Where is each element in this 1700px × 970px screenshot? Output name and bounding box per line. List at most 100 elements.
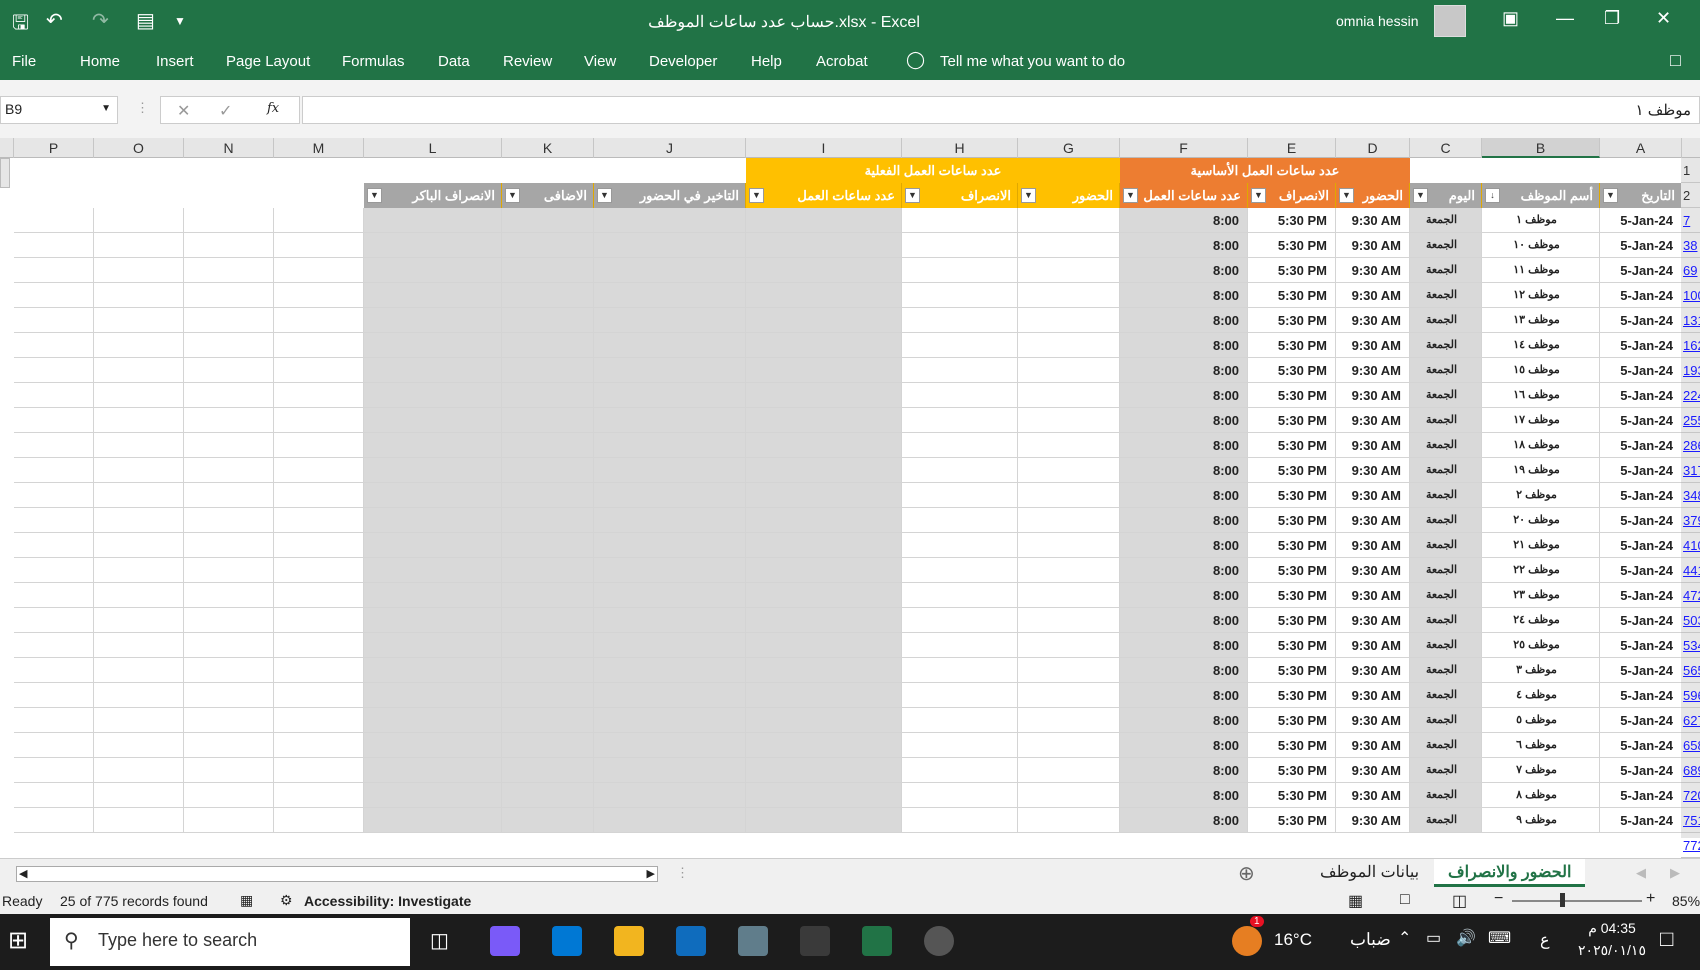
cell-empty[interactable] [94,233,184,258]
cell-empty[interactable] [184,733,274,758]
cell-empty[interactable] [502,383,594,408]
cell-date[interactable]: 5-Jan-24 [1600,308,1682,333]
cell-out[interactable]: 5:30 PM [1248,283,1336,308]
cell-empty[interactable] [14,283,94,308]
row-header[interactable]: 772 [1681,833,1700,858]
cell-empty[interactable] [594,433,746,458]
cell-day[interactable]: الجمعة [1410,733,1482,758]
cell-empty[interactable] [14,358,94,383]
row-header[interactable]: 162 [1681,333,1700,358]
cell-hours[interactable]: 8:00 [1120,558,1248,583]
cell-empty[interactable] [94,408,184,433]
cell-date[interactable]: 5-Jan-24 [1600,583,1682,608]
cell-empty[interactable] [364,408,502,433]
cell-hours[interactable]: 8:00 [1120,308,1248,333]
store-icon[interactable] [552,926,582,956]
media-player-icon[interactable] [924,926,954,956]
cell-empty[interactable] [1018,758,1120,783]
cell-empty[interactable] [594,633,746,658]
cell-in[interactable]: 9:30 AM [1336,358,1410,383]
filter-dropdown-icon[interactable]: ▼ [1021,188,1036,203]
cell-empty[interactable] [274,258,364,283]
cell-empty[interactable] [902,758,1018,783]
cell-name[interactable]: موظف ١٠ [1482,233,1600,258]
chevron-down-icon[interactable]: ▼ [101,103,111,114]
cell-empty[interactable] [14,308,94,333]
cell-empty[interactable] [502,433,594,458]
cell-empty[interactable] [594,708,746,733]
filter-dropdown-icon[interactable]: ▼ [505,188,520,203]
cell-date[interactable]: 5-Jan-24 [1600,208,1682,233]
header-overtime[interactable]: الاضافى ▼ [502,183,594,208]
cell-hours[interactable]: 8:00 [1120,383,1248,408]
cell-empty[interactable] [364,308,502,333]
cell-empty[interactable] [94,683,184,708]
cell-empty[interactable] [94,383,184,408]
show-hidden-icons-icon[interactable]: ⌃ [1398,928,1411,948]
cell-empty[interactable] [14,333,94,358]
row-header[interactable]: 7 [1681,208,1700,233]
cell-empty[interactable] [184,758,274,783]
cell-empty[interactable] [274,308,364,333]
cell-empty[interactable] [364,258,502,283]
cell-empty[interactable] [184,458,274,483]
cell-empty[interactable] [184,208,274,233]
cell-hours[interactable]: 8:00 [1120,233,1248,258]
filter-dropdown-icon[interactable]: ▼ [367,188,382,203]
cell-empty[interactable] [184,383,274,408]
cell-day[interactable]: الجمعة [1410,458,1482,483]
cell-empty[interactable] [364,558,502,583]
cell-in[interactable]: 9:30 AM [1336,783,1410,808]
cell-empty[interactable] [594,508,746,533]
cell-empty[interactable] [1018,708,1120,733]
cell-empty[interactable] [14,433,94,458]
cell-empty[interactable] [902,658,1018,683]
cell-date[interactable]: 5-Jan-24 [1600,483,1682,508]
cell-empty[interactable] [364,483,502,508]
cell-empty[interactable] [274,508,364,533]
cell-empty[interactable] [184,333,274,358]
cell-empty[interactable] [184,683,274,708]
cell-empty[interactable] [94,658,184,683]
cell-out[interactable]: 5:30 PM [1248,258,1336,283]
windows-start-icon[interactable]: ⊞ [8,926,28,955]
cell-in[interactable]: 9:30 AM [1336,708,1410,733]
cell-out[interactable]: 5:30 PM [1248,533,1336,558]
select-all-corner[interactable] [0,138,14,158]
cell-empty[interactable] [902,483,1018,508]
cell-empty[interactable] [594,458,746,483]
cell-day[interactable]: الجمعة [1410,708,1482,733]
cell-empty[interactable] [1018,233,1120,258]
cell-empty[interactable] [746,808,902,833]
snipping-tool-icon[interactable] [800,926,830,956]
cell-empty[interactable] [502,808,594,833]
cell-empty[interactable] [502,408,594,433]
cell-empty[interactable] [746,358,902,383]
cell-empty[interactable] [1018,358,1120,383]
excel-taskbar-icon[interactable] [862,926,892,956]
sort-filter-icon[interactable]: ↓ [1485,188,1500,203]
tab-home[interactable]: Home [80,53,120,70]
cell-date[interactable]: 5-Jan-24 [1600,683,1682,708]
cell-name[interactable]: موظف ١٧ [1482,408,1600,433]
sheet-next-icon[interactable]: ▶ [1670,865,1680,881]
zoom-in-icon[interactable]: + [1646,890,1655,908]
cell-empty[interactable] [902,533,1018,558]
cell-out[interactable]: 5:30 PM [1248,633,1336,658]
cell-empty[interactable] [274,608,364,633]
cell-name[interactable]: موظف ٢٢ [1482,558,1600,583]
minimize-icon[interactable]: — [1556,8,1574,29]
cell-empty[interactable] [902,508,1018,533]
cell-name[interactable]: موظف ١٥ [1482,358,1600,383]
cell-empty[interactable] [364,658,502,683]
cell-empty[interactable] [594,733,746,758]
row-header[interactable]: 627 [1681,708,1700,733]
row-header[interactable]: 348 [1681,483,1700,508]
header-actual-in[interactable]: الحضور ▼ [1018,183,1120,208]
row-header[interactable]: 658 [1681,733,1700,758]
cell-day[interactable]: الجمعة [1410,483,1482,508]
cell-day[interactable]: الجمعة [1410,683,1482,708]
cell-hours[interactable]: 8:00 [1120,483,1248,508]
cell-empty[interactable] [274,358,364,383]
cell-empty[interactable] [184,408,274,433]
